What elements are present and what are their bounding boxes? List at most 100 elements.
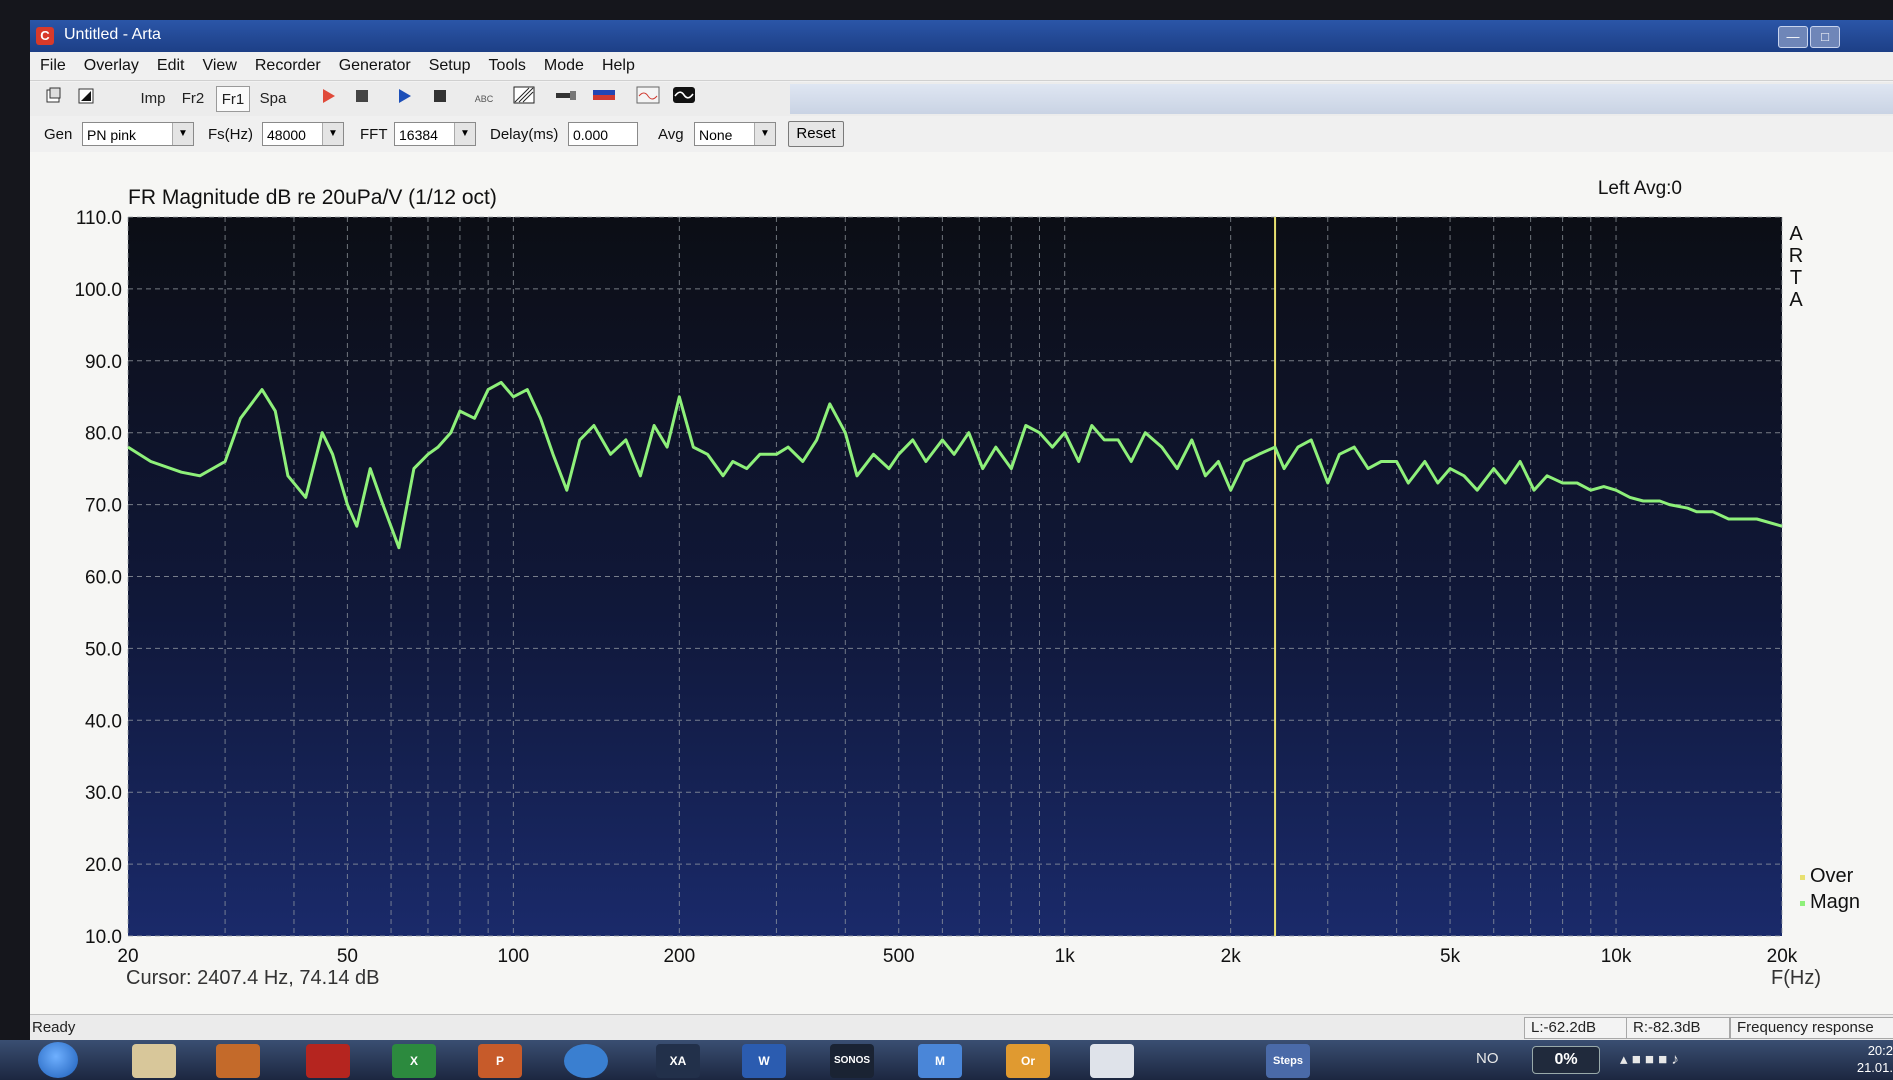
toolbar-spacer [790, 84, 1893, 114]
fft-size-select[interactable]: 16384 ▼ [394, 122, 476, 146]
scope-wave-icon[interactable] [670, 86, 698, 112]
status-bar: Ready L:-62.2dB R:-82.3dB Frequency resp… [30, 1014, 1893, 1040]
record-play-icon[interactable] [314, 86, 342, 112]
y-tick-label: 100.0 [74, 280, 122, 301]
menu-edit[interactable]: Edit [147, 52, 185, 80]
spa-mode-button[interactable]: Spa [256, 86, 290, 112]
measurement-controls: Gen PN pink ▼ Fs(Hz) 48000 ▼ FFT 16384 ▼ De… [30, 116, 1893, 153]
xa-app-icon[interactable]: XA [656, 1044, 700, 1078]
generator-stop-icon[interactable] [426, 86, 454, 112]
maximize-button[interactable]: □ [1810, 26, 1840, 48]
fft-size-value: 16384 [399, 127, 438, 143]
start-button[interactable] [38, 1042, 78, 1078]
y-tick-label: 50.0 [85, 639, 122, 660]
menu-recorder[interactable]: Recorder [245, 52, 321, 80]
m-app-icon[interactable]: M [918, 1044, 962, 1078]
app-grid-icon[interactable] [306, 1044, 350, 1078]
y-tick-label: 80.0 [85, 424, 122, 445]
menu-help[interactable]: Help [592, 52, 635, 80]
powerpoint-icon[interactable]: P [478, 1044, 522, 1078]
record-stop-icon[interactable] [348, 86, 376, 112]
spectrum-colors-icon[interactable] [590, 86, 618, 112]
menu-setup[interactable]: Setup [419, 52, 471, 80]
y-tick-label: 90.0 [85, 352, 122, 373]
x-tick-label: 20k [1767, 946, 1798, 967]
measurement-mode: Frequency response [1730, 1017, 1893, 1039]
y-tick-label: 60.0 [85, 568, 122, 589]
menu-file[interactable]: File [30, 52, 66, 80]
arta-brand-a1: A [1789, 223, 1803, 245]
x-tick-label: 200 [663, 946, 695, 967]
taskbar: X P XA W SONOS M Or Steps NO 0% ▴ ■ ■ ■ … [0, 1040, 1893, 1080]
right-level-readout: R:-82.3dB [1626, 1017, 1730, 1039]
clock-date: 21.01. [1856, 1060, 1893, 1075]
plot-panel: FR Magnitude dB re 20uPa/V (1/12 oct) Le… [30, 152, 1893, 1020]
excel-icon[interactable]: X [392, 1044, 436, 1078]
probe-icon[interactable] [552, 86, 580, 112]
menu-bar: File Overlay Edit View Recorder Generator Setu… [30, 52, 1893, 81]
hatch-pattern-icon[interactable] [510, 86, 538, 112]
menu-mode[interactable]: Mode [534, 52, 584, 80]
delay-input[interactable]: 0.000 [568, 122, 638, 146]
word-icon[interactable]: W [742, 1044, 786, 1078]
x-tick-label: 5k [1440, 946, 1461, 967]
sample-rate-value: 48000 [267, 127, 306, 143]
impulse-mode-button[interactable]: Imp [136, 86, 170, 112]
clock-time: 20:2 [1867, 1043, 1893, 1058]
chevron-down-icon: ▼ [454, 123, 475, 145]
outlook-icon[interactable]: Or [1006, 1044, 1050, 1078]
chevron-down-icon: ▼ [322, 123, 343, 145]
arta-taskbar-icon[interactable] [1090, 1044, 1134, 1078]
legend-marker-over [1800, 875, 1805, 880]
fr2-mode-button[interactable]: Fr2 [176, 86, 210, 112]
x-tick-label: 100 [498, 946, 530, 967]
file-explorer-icon[interactable] [132, 1044, 176, 1078]
lightning-app-icon[interactable] [1176, 1044, 1220, 1078]
sample-rate-select[interactable]: 48000 ▼ [262, 122, 344, 146]
menu-view[interactable]: View [192, 52, 236, 80]
cpu-percent-badge[interactable]: 0% [1532, 1046, 1600, 1074]
save-file-icon[interactable] [72, 86, 100, 112]
language-indicator[interactable]: NO [1476, 1050, 1499, 1067]
title-bar: C Untitled - Arta — □ [30, 20, 1893, 52]
x-tick-label: 500 [883, 946, 915, 967]
x-tick-label: 20 [117, 946, 138, 967]
oscilloscope-icon[interactable] [634, 86, 662, 112]
legend-over: Over [1810, 865, 1854, 887]
menu-generator[interactable]: Generator [329, 52, 411, 80]
arta-brand-t: T [1790, 267, 1802, 289]
minimize-button[interactable]: — [1778, 26, 1808, 48]
arta-window: C Untitled - Arta — □ File Overlay Edit Vie… [30, 20, 1893, 1040]
menu-overlay[interactable]: Overlay [74, 52, 139, 80]
generator-value: PN pink [87, 127, 137, 143]
chevron-down-icon: ▼ [172, 123, 193, 145]
legend-marker-magn [1800, 901, 1805, 906]
frequency-response-chart[interactable]: FR Magnitude dB re 20uPa/V (1/12 oct) Le… [30, 152, 1893, 1014]
abc-calibration-icon[interactable]: ABC [468, 86, 500, 112]
y-tick-label: 10.0 [85, 927, 122, 948]
y-tick-label: 110.0 [76, 208, 122, 229]
reset-button[interactable]: Reset [788, 121, 844, 147]
media-player-icon[interactable] [216, 1044, 260, 1078]
averaging-select[interactable]: None ▼ [694, 122, 776, 146]
sonos-icon[interactable]: SONOS [830, 1044, 874, 1078]
x-tick-label: 1k [1055, 946, 1076, 967]
x-tick-label: 2k [1221, 946, 1242, 967]
arta-brand-r: R [1789, 245, 1803, 267]
generator-select[interactable]: PN pink ▼ [82, 122, 194, 146]
media-center-icon[interactable] [564, 1044, 608, 1078]
open-file-icon[interactable] [40, 86, 68, 112]
menu-tools[interactable]: Tools [479, 52, 526, 80]
system-clock[interactable]: 20:2 21.01. [1857, 1042, 1893, 1076]
x-tick-label: 50 [337, 946, 358, 967]
tray-icons[interactable]: ▴ ■ ■ ■ ♪ [1620, 1050, 1679, 1068]
generator-play-icon[interactable] [390, 86, 418, 112]
fft-label: FFT [360, 126, 388, 143]
fr1-mode-button[interactable]: Fr1 [216, 86, 250, 112]
delay-label: Delay(ms) [490, 126, 559, 143]
y-tick-label: 70.0 [85, 496, 122, 517]
cursor-readout: Cursor: 2407.4 Hz, 74.14 dB [126, 967, 379, 989]
steps-app-icon[interactable]: Steps [1266, 1044, 1310, 1078]
legend-magn: Magn [1810, 891, 1860, 913]
averaging-value: None [699, 127, 733, 143]
